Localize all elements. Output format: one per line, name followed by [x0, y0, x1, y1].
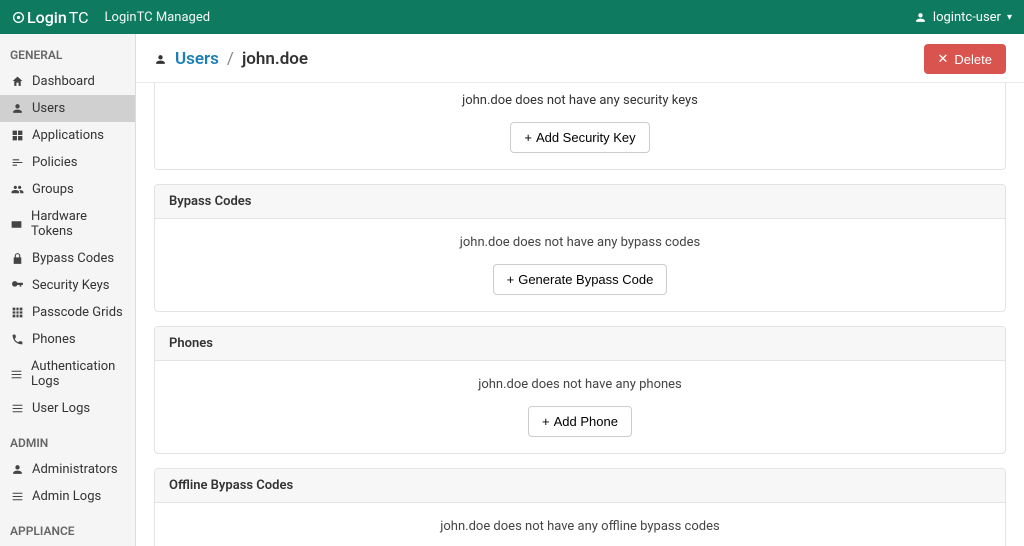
sidebar: GENERAL Dashboard Users Applications Pol… — [0, 34, 136, 546]
key-icon — [10, 279, 24, 292]
user-icon — [154, 53, 167, 66]
breadcrumb-current: john.doe — [242, 49, 308, 69]
close-icon: ✕ — [938, 51, 949, 67]
card-title: Phones — [155, 327, 1005, 361]
sliders-icon — [10, 156, 24, 169]
breadcrumb-parent-link[interactable]: Users — [175, 49, 219, 69]
button-label: Generate Bypass Code — [518, 272, 653, 287]
user-icon — [10, 102, 24, 115]
user-icon — [10, 463, 24, 476]
sidebar-item-phones[interactable]: Phones — [0, 326, 135, 353]
delete-button[interactable]: ✕ Delete — [924, 44, 1006, 74]
lock-icon — [10, 252, 24, 265]
main: Users / john.doe ✕ Delete john.doe does … — [136, 34, 1024, 546]
grid-icon — [10, 129, 24, 142]
sidebar-item-bypass-codes[interactable]: Bypass Codes — [0, 245, 135, 272]
generate-bypass-code-button[interactable]: + Generate Bypass Code — [493, 264, 668, 295]
sidebar-item-label: Applications — [32, 128, 104, 143]
hdd-icon — [10, 218, 23, 231]
card-title: Bypass Codes — [155, 185, 1005, 219]
add-phone-button[interactable]: + Add Phone — [528, 406, 632, 437]
sidebar-item-hardware-tokens[interactable]: Hardware Tokens — [0, 203, 135, 245]
content-scroll[interactable]: john.doe does not have any security keys… — [136, 83, 1024, 546]
breadcrumb-separator: / — [227, 49, 234, 69]
sidebar-item-label: Groups — [32, 182, 74, 197]
sidebar-item-groups[interactable]: Groups — [0, 176, 135, 203]
offline-bypass-empty-msg: john.doe does not have any offline bypas… — [169, 519, 991, 534]
page-header: Users / john.doe ✕ Delete — [136, 34, 1024, 83]
topbar: LoginTC LoginTC Managed logintc-user ▾ — [0, 0, 1024, 34]
sidebar-item-auth-logs[interactable]: Authentication Logs — [0, 353, 135, 395]
delete-label: Delete — [954, 52, 992, 67]
sidebar-item-label: Admin Logs — [32, 489, 101, 504]
home-icon — [10, 75, 24, 88]
sidebar-item-security-keys[interactable]: Security Keys — [0, 272, 135, 299]
card-title: Offline Bypass Codes — [155, 469, 1005, 503]
phones-empty-msg: john.doe does not have any phones — [169, 377, 991, 392]
brand-suffix: TC — [69, 8, 89, 27]
security-keys-empty-msg: john.doe does not have any security keys — [169, 93, 991, 108]
sidebar-item-label: Hardware Tokens — [31, 209, 125, 239]
sidebar-item-label: Security Keys — [32, 278, 109, 293]
user-icon — [914, 11, 927, 24]
list-icon — [10, 368, 23, 381]
users-icon — [10, 183, 24, 196]
brand-prefix: Login — [27, 8, 67, 27]
list-icon — [10, 402, 24, 415]
topbar-left: LoginTC LoginTC Managed — [12, 8, 210, 27]
bypass-codes-empty-msg: john.doe does not have any bypass codes — [169, 235, 991, 250]
sidebar-item-administrators[interactable]: Administrators — [0, 456, 135, 483]
plus-icon: + — [507, 272, 515, 287]
user-menu[interactable]: logintc-user ▾ — [914, 10, 1012, 25]
add-security-key-button[interactable]: + Add Security Key — [510, 122, 649, 153]
sidebar-item-policies[interactable]: Policies — [0, 149, 135, 176]
security-keys-card-body: john.doe does not have any security keys… — [154, 83, 1006, 170]
sidebar-heading-admin: ADMIN — [0, 422, 135, 456]
sidebar-item-admin-logs[interactable]: Admin Logs — [0, 483, 135, 510]
button-label: Add Security Key — [536, 130, 636, 145]
sidebar-item-users[interactable]: Users — [0, 95, 135, 122]
bypass-codes-card: Bypass Codes john.doe does not have any … — [154, 184, 1006, 312]
sidebar-item-label: Users — [32, 101, 65, 116]
breadcrumb: Users / john.doe — [154, 49, 308, 69]
phone-icon — [10, 333, 24, 346]
sidebar-item-label: Phones — [32, 332, 76, 347]
sidebar-heading-general: GENERAL — [0, 34, 135, 68]
brand-icon — [12, 11, 25, 24]
card-body: john.doe does not have any phones + Add … — [155, 361, 1005, 453]
sidebar-item-label: Policies — [32, 155, 77, 170]
user-label: logintc-user — [933, 10, 1001, 25]
sidebar-item-label: User Logs — [32, 401, 90, 416]
th-icon — [10, 306, 24, 319]
sidebar-item-applications[interactable]: Applications — [0, 122, 135, 149]
brand-logo[interactable]: LoginTC — [12, 8, 89, 27]
plus-icon: + — [542, 414, 550, 429]
sidebar-item-label: Bypass Codes — [32, 251, 114, 266]
phones-card: Phones john.doe does not have any phones… — [154, 326, 1006, 454]
sidebar-item-label: Administrators — [32, 462, 118, 477]
managed-label[interactable]: LoginTC Managed — [105, 10, 211, 25]
chevron-down-icon: ▾ — [1007, 12, 1012, 23]
button-label: Add Phone — [554, 414, 618, 429]
sidebar-item-dashboard[interactable]: Dashboard — [0, 68, 135, 95]
list-icon — [10, 490, 24, 503]
sidebar-item-user-logs[interactable]: User Logs — [0, 395, 135, 422]
sidebar-item-passcode-grids[interactable]: Passcode Grids — [0, 299, 135, 326]
sidebar-item-label: Authentication Logs — [31, 359, 125, 389]
card-body: john.doe does not have any offline bypas… — [155, 503, 1005, 546]
sidebar-heading-appliance: APPLIANCE — [0, 510, 135, 544]
plus-icon: + — [524, 130, 532, 145]
sidebar-item-label: Passcode Grids — [32, 305, 123, 320]
sidebar-item-label: Dashboard — [32, 74, 95, 89]
card-body: john.doe does not have any bypass codes … — [155, 219, 1005, 311]
offline-bypass-card: Offline Bypass Codes john.doe does not h… — [154, 468, 1006, 546]
